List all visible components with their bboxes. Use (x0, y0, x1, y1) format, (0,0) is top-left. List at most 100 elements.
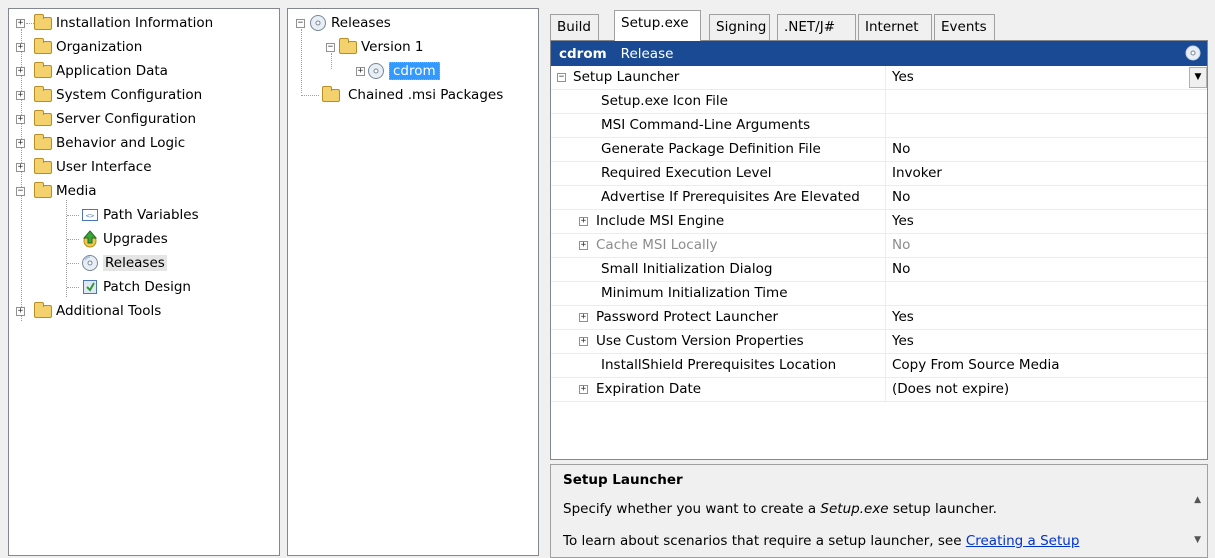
expand-icon[interactable]: + (16, 306, 25, 316)
property-row-package-definition[interactable]: Generate Package Definition File No (551, 138, 1207, 162)
property-row-include-msi-engine[interactable]: + Include MSI Engine Yes (551, 210, 1207, 234)
tree-item-chained-msi[interactable]: Chained .msi Packages (322, 83, 503, 107)
property-row-custom-version[interactable]: + Use Custom Version Properties Yes (551, 330, 1207, 354)
collapse-icon[interactable]: − (16, 186, 25, 196)
help-text-emphasis: Setup.exe (820, 501, 889, 517)
tree-item-upgrades[interactable]: Upgrades (81, 227, 168, 251)
tree-item-label: Application Data (56, 63, 168, 79)
scroll-up-icon[interactable]: ▲ (1194, 495, 1201, 505)
tree-item-user-interface[interactable]: + User Interface (16, 155, 152, 179)
property-name: Setup Launcher (551, 66, 886, 89)
property-value[interactable]: (Does not expire) (892, 378, 1009, 401)
property-row-icon-file[interactable]: Setup.exe Icon File (551, 90, 1207, 114)
property-name: Generate Package Definition File (551, 138, 886, 161)
tree-item-server-configuration[interactable]: + Server Configuration (16, 107, 196, 131)
cd-disc-icon (82, 255, 98, 271)
expand-icon[interactable]: + (356, 66, 365, 76)
tree-item-label: Behavior and Logic (56, 135, 186, 151)
collapse-icon[interactable]: − (326, 42, 335, 52)
releases-tree[interactable]: − Releases − Version 1 + cdrom Chained .… (287, 8, 539, 556)
property-value[interactable]: Yes (892, 66, 914, 89)
property-row-setup-launcher[interactable]: − Setup Launcher Yes ▼ (551, 66, 1207, 90)
tab-net-jsharp[interactable]: .NET/J# (777, 14, 856, 40)
scroll-down-icon[interactable]: ▼ (1194, 535, 1201, 545)
tree-item-application-data[interactable]: + Application Data (16, 59, 168, 83)
tree-item-path-variables[interactable]: <> Path Variables (81, 203, 199, 227)
property-row-expiration-date[interactable]: + Expiration Date (Does not expire) (551, 378, 1207, 402)
folder-icon (34, 133, 52, 150)
tree-item-organization[interactable]: + Organization (16, 35, 142, 59)
property-grid[interactable]: cdrom Release − Setup Launcher Yes ▼ Set… (550, 40, 1208, 460)
tree-item-label: System Configuration (56, 87, 203, 103)
tree-item-label: Server Configuration (56, 111, 197, 127)
tree-item-label: Media (56, 183, 97, 199)
tree-item-installation-information[interactable]: + Installation Information (16, 11, 213, 35)
property-row-password-protect[interactable]: + Password Protect Launcher Yes (551, 306, 1207, 330)
creating-setup-link[interactable]: Creating a Setup (966, 533, 1080, 549)
expand-icon[interactable]: + (16, 18, 25, 28)
property-name: Cache MSI Locally (551, 234, 886, 257)
folder-icon (34, 157, 52, 174)
property-row-small-init-dialog[interactable]: Small Initialization Dialog No (551, 258, 1207, 282)
property-value[interactable]: Invoker (892, 162, 942, 185)
collapse-icon[interactable]: − (296, 18, 305, 28)
release-settings-panel: Build Setup.exe Signing .NET/J# Internet… (543, 8, 1215, 558)
tree-item-cdrom[interactable]: + cdrom (356, 59, 440, 83)
release-name: cdrom (559, 45, 607, 62)
expand-icon[interactable]: + (16, 114, 25, 124)
property-value[interactable]: Yes (892, 330, 914, 353)
tree-item-additional-tools[interactable]: + Additional Tools (16, 299, 161, 323)
property-value[interactable]: No (892, 258, 910, 281)
folder-icon (34, 301, 52, 318)
property-value[interactable]: Yes (892, 210, 914, 233)
open-folder-icon (34, 181, 52, 198)
tab-signing[interactable]: Signing (709, 14, 770, 40)
release-folder-icon (339, 37, 357, 54)
property-row-execution-level[interactable]: Required Execution Level Invoker (551, 162, 1207, 186)
tree-item-patch-design[interactable]: Patch Design (81, 275, 191, 299)
help-description: Specify whether you want to create a Set… (563, 501, 997, 517)
property-name: MSI Command-Line Arguments (551, 114, 886, 137)
dropdown-arrow-icon[interactable]: ▼ (1189, 67, 1207, 88)
tree-item-releases[interactable]: Releases (81, 251, 167, 275)
property-row-msi-args[interactable]: MSI Command-Line Arguments (551, 114, 1207, 138)
help-text: Specify whether you want to create a (563, 501, 821, 517)
property-name: Small Initialization Dialog (551, 258, 886, 281)
tree-item-label: Patch Design (103, 279, 191, 295)
folder-icon (34, 37, 52, 54)
tree-item-system-configuration[interactable]: + System Configuration (16, 83, 202, 107)
expand-icon[interactable]: + (16, 138, 25, 148)
tree-item-label: Chained .msi Packages (348, 87, 504, 103)
expand-icon[interactable]: + (16, 66, 25, 76)
property-name: Password Protect Launcher (551, 306, 886, 329)
tree-item-label: Installation Information (56, 15, 214, 31)
property-value[interactable]: Yes (892, 306, 914, 329)
property-name: Use Custom Version Properties (551, 330, 886, 353)
property-row-advertise-elevated[interactable]: Advertise If Prerequisites Are Elevated … (551, 186, 1207, 210)
tree-item-label: Version 1 (361, 39, 424, 55)
tree-item-releases-root[interactable]: − Releases (296, 11, 391, 35)
project-navigation-tree[interactable]: + Installation Information + Organizatio… (8, 8, 280, 556)
property-row-cache-msi: + Cache MSI Locally No (551, 234, 1207, 258)
tree-item-label: Releases (331, 15, 391, 31)
property-row-prereq-location[interactable]: InstallShield Prerequisites Location Cop… (551, 354, 1207, 378)
property-value[interactable]: No (892, 138, 910, 161)
tab-internet[interactable]: Internet (858, 14, 932, 40)
property-value[interactable]: No (892, 186, 910, 209)
tree-item-version-1[interactable]: − Version 1 (326, 35, 424, 59)
svg-text:<>: <> (86, 212, 94, 220)
tree-item-behavior-and-logic[interactable]: + Behavior and Logic (16, 131, 185, 155)
tab-events[interactable]: Events (934, 14, 995, 40)
tab-build[interactable]: Build (550, 14, 599, 40)
expand-icon[interactable]: + (16, 42, 25, 52)
tree-item-media[interactable]: − Media (16, 179, 97, 203)
tab-setup-exe[interactable]: Setup.exe (614, 10, 701, 41)
expand-icon[interactable]: + (16, 162, 25, 172)
property-value[interactable]: Copy From Source Media (892, 354, 1059, 377)
tree-item-label: User Interface (56, 159, 152, 175)
property-name: Setup.exe Icon File (551, 90, 886, 113)
tree-item-label: Upgrades (103, 231, 168, 247)
expand-icon[interactable]: + (16, 90, 25, 100)
property-row-min-init-time[interactable]: Minimum Initialization Time (551, 282, 1207, 306)
patch-design-icon (83, 280, 97, 294)
